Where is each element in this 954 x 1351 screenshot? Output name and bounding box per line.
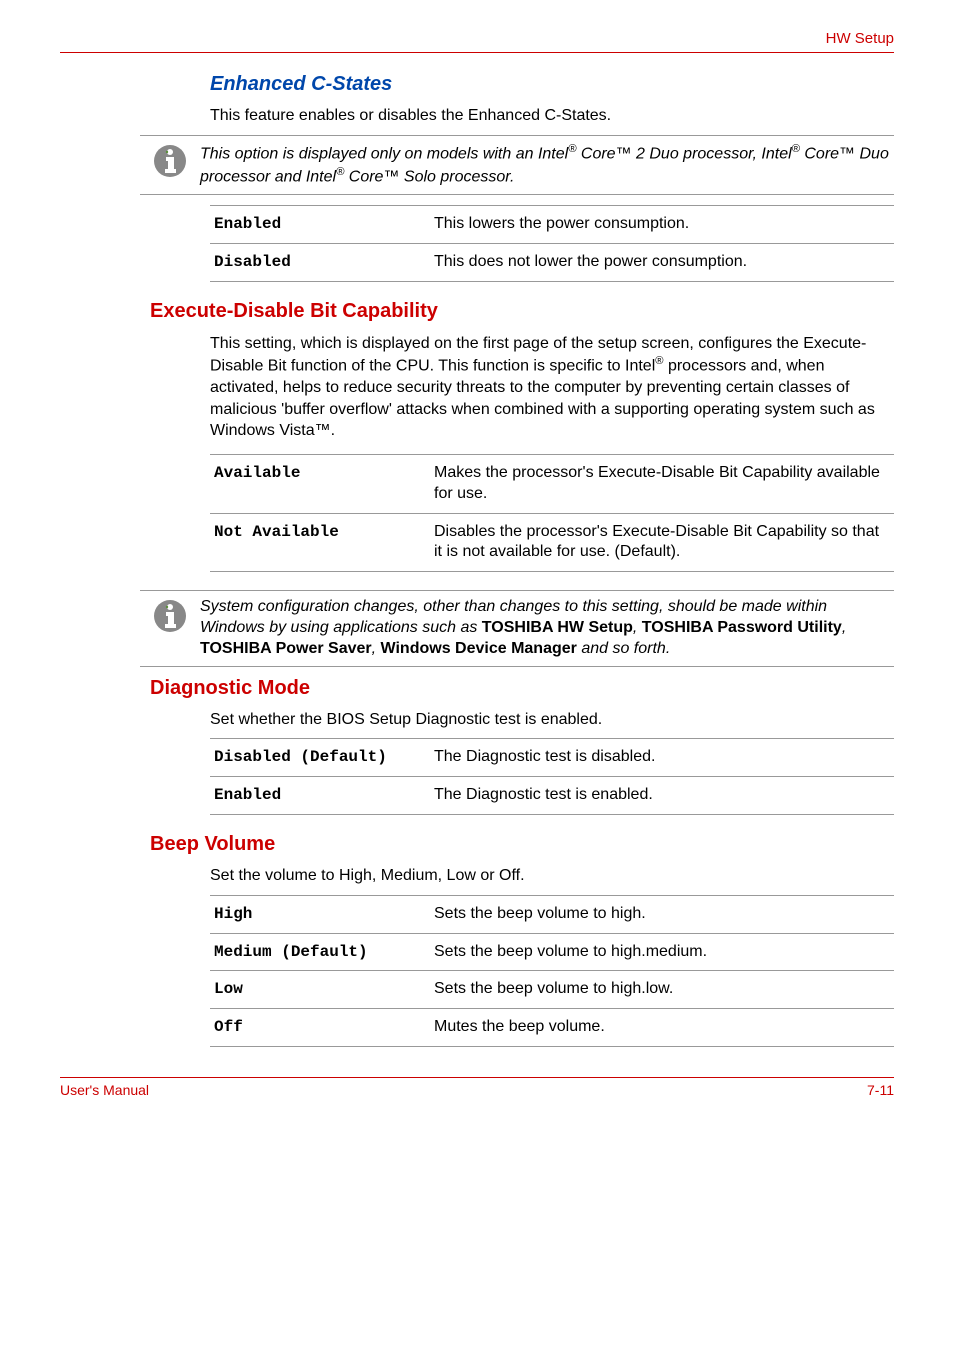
footer-left: User's Manual (60, 1082, 149, 1098)
setting-key: Off (210, 1009, 430, 1047)
setting-key: Low (210, 971, 430, 1009)
table-row: Enabled The Diagnostic test is enabled. (210, 777, 894, 815)
setting-key: High (210, 895, 430, 933)
setting-desc: Mutes the beep volume. (430, 1009, 894, 1047)
setting-desc: This lowers the power consumption. (430, 206, 894, 244)
info-icon (140, 597, 200, 633)
enhanced-cstates-intro: This feature enables or disables the Enh… (210, 106, 894, 127)
info-icon (140, 142, 200, 178)
execute-disable-heading: Execute-Disable Bit Capability (150, 300, 894, 323)
setting-desc: The Diagnostic test is disabled. (430, 739, 894, 777)
setting-key: Not Available (210, 513, 430, 572)
setting-key: Disabled (210, 243, 430, 281)
beep-volume-heading: Beep Volume (150, 833, 894, 856)
note-block-2: System configuration changes, other than… (140, 590, 894, 666)
table-row: Available Makes the processor's Execute-… (210, 454, 894, 513)
table-row: Low Sets the beep volume to high.low. (210, 971, 894, 1009)
top-divider (60, 52, 894, 53)
table-row: Not Available Disables the processor's E… (210, 513, 894, 572)
setting-key: Enabled (210, 777, 430, 815)
table-row: Medium (Default) Sets the beep volume to… (210, 933, 894, 971)
beep-volume-intro: Set the volume to High, Medium, Low or O… (210, 866, 894, 887)
note-text-2: System configuration changes, other than… (200, 597, 894, 659)
table-row: Disabled (Default) The Diagnostic test i… (210, 739, 894, 777)
beep-volume-table: High Sets the beep volume to high. Mediu… (210, 895, 894, 1047)
setting-desc: Sets the beep volume to high. (430, 895, 894, 933)
table-row: Off Mutes the beep volume. (210, 1009, 894, 1047)
execute-disable-table: Available Makes the processor's Execute-… (210, 454, 894, 572)
enhanced-cstates-title: Enhanced C-States (210, 73, 894, 96)
setting-desc: Makes the processor's Execute-Disable Bi… (430, 454, 894, 513)
execute-disable-body: This setting, which is displayed on the … (210, 333, 894, 442)
diagnostic-mode-heading: Diagnostic Mode (150, 677, 894, 700)
diagnostic-mode-intro: Set whether the BIOS Setup Diagnostic te… (210, 710, 894, 731)
setting-key: Medium (Default) (210, 933, 430, 971)
setting-key: Available (210, 454, 430, 513)
footer: User's Manual 7-11 (60, 1077, 894, 1098)
footer-right: 7-11 (867, 1082, 894, 1098)
diagnostic-mode-table: Disabled (Default) The Diagnostic test i… (210, 738, 894, 815)
note-text-1: This option is displayed only on models … (200, 142, 894, 188)
setting-desc: Sets the beep volume to high.medium. (430, 933, 894, 971)
setting-desc: This does not lower the power consumptio… (430, 243, 894, 281)
setting-key: Disabled (Default) (210, 739, 430, 777)
table-row: Disabled This does not lower the power c… (210, 243, 894, 281)
setting-desc: Sets the beep volume to high.low. (430, 971, 894, 1009)
setting-desc: Disables the processor's Execute-Disable… (430, 513, 894, 572)
table-row: High Sets the beep volume to high. (210, 895, 894, 933)
enhanced-cstates-table: Enabled This lowers the power consumptio… (210, 205, 894, 282)
note-block-1: This option is displayed only on models … (140, 135, 894, 195)
setting-desc: The Diagnostic test is enabled. (430, 777, 894, 815)
setting-key: Enabled (210, 206, 430, 244)
header-right: HW Setup (60, 30, 894, 47)
table-row: Enabled This lowers the power consumptio… (210, 206, 894, 244)
